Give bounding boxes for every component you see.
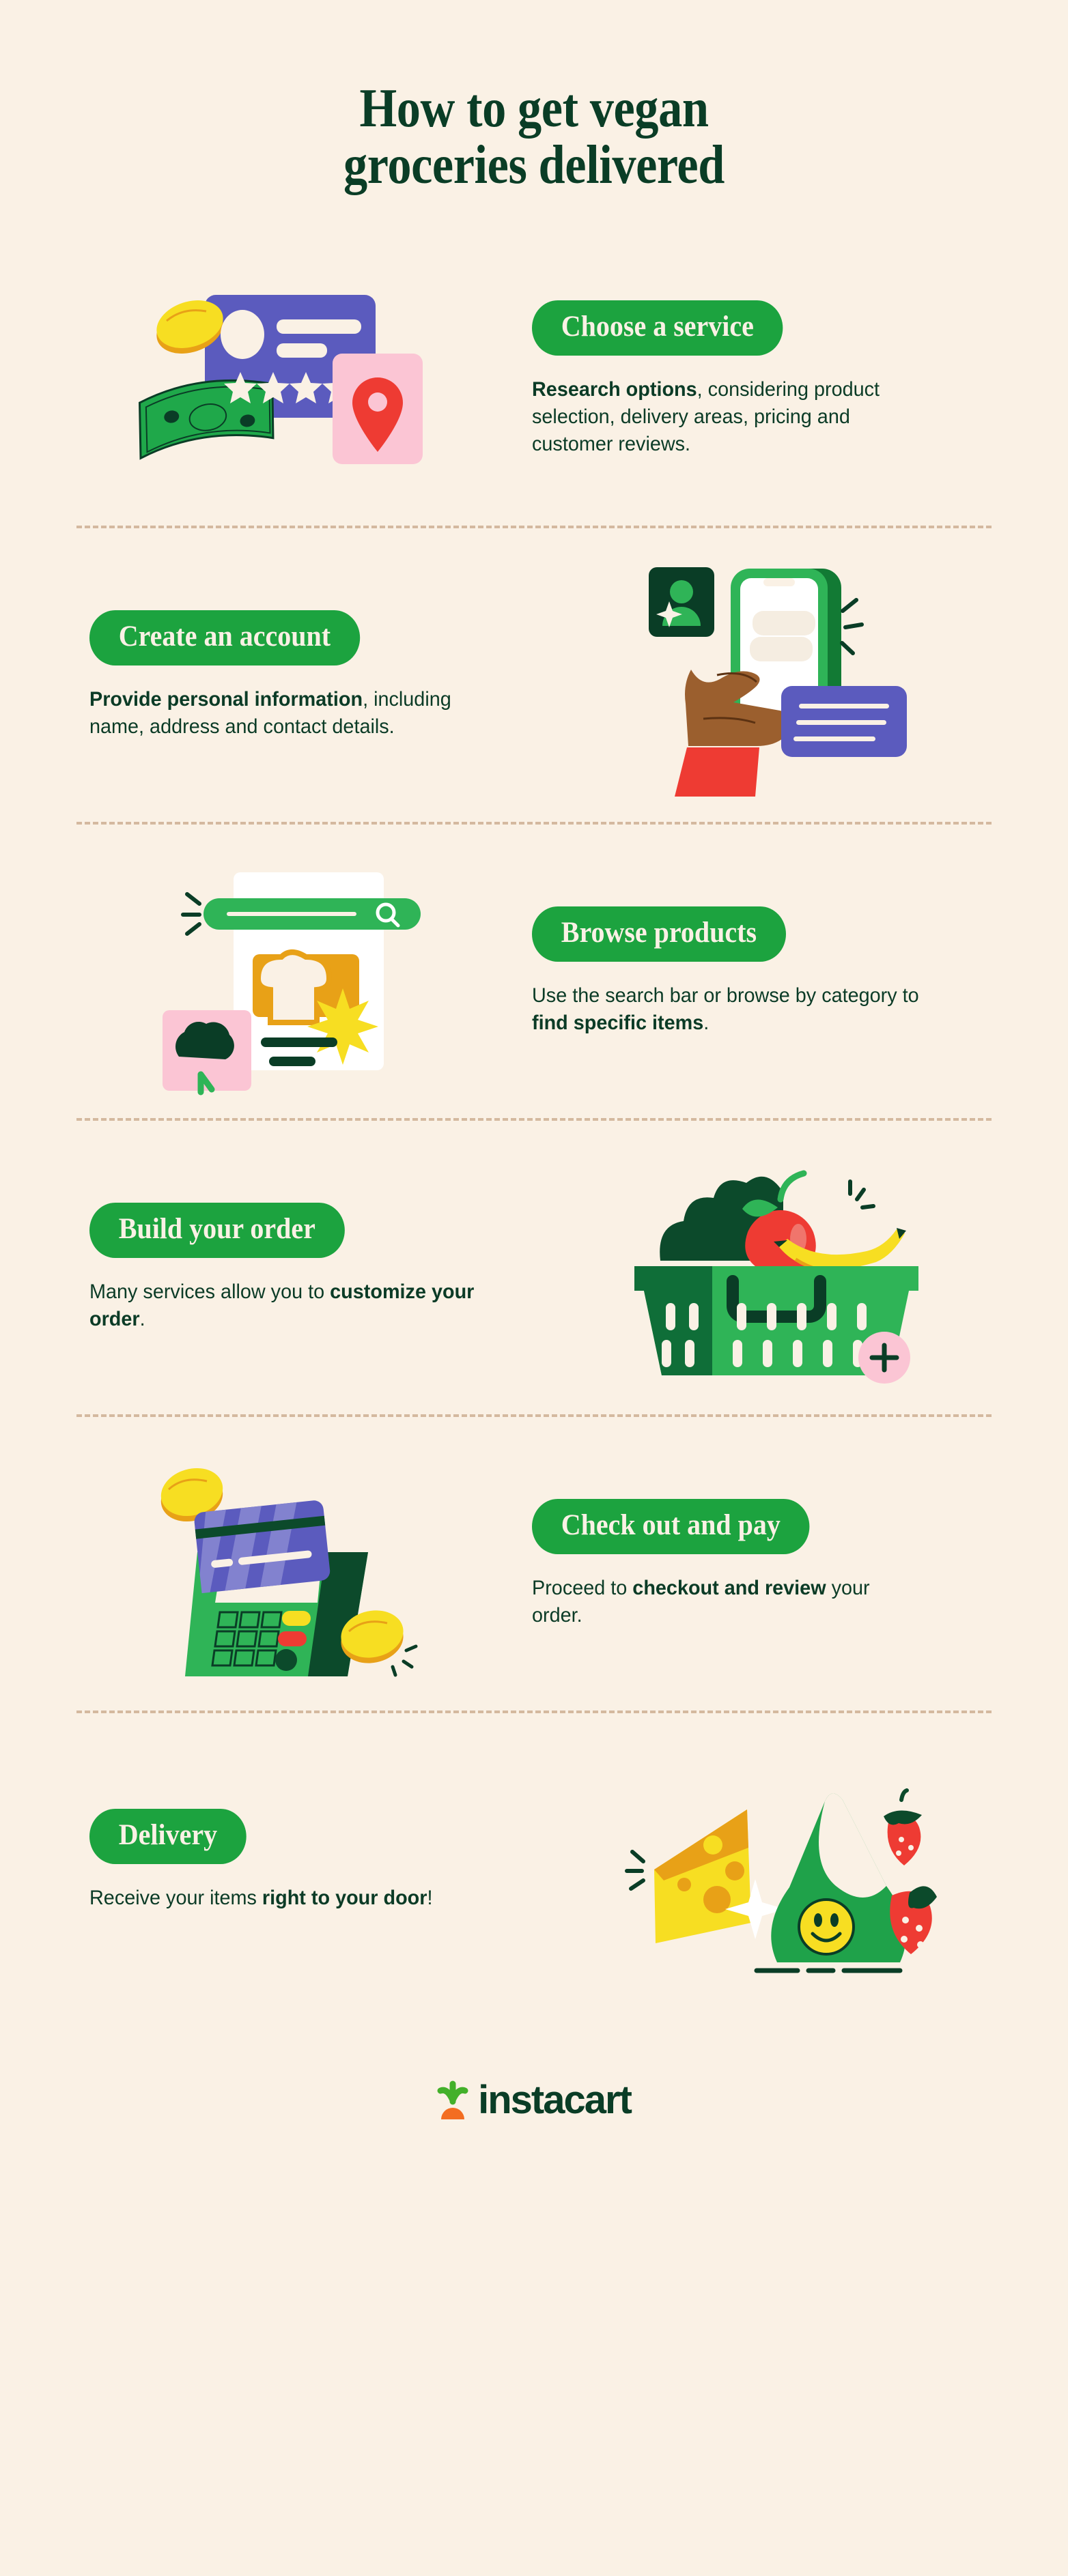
card-terminal-illustration [73, 1451, 510, 1677]
body-rest: . [139, 1307, 145, 1330]
form-card-icon [781, 686, 907, 758]
step-pill-create-an-account[interactable]: Create an account [89, 610, 360, 666]
step-choose-a-service: Choose a service Research options, consi… [0, 232, 1068, 526]
step-create-an-account: Create an account Provide personal infor… [0, 528, 1068, 822]
profile-badge-icon [649, 567, 714, 638]
phone-in-hand-illustration [558, 552, 995, 798]
body-rest: . [703, 1011, 709, 1034]
page-title: How to get vegan groceries delivered [0, 0, 1068, 194]
product-line-2 [269, 1057, 315, 1067]
card-line-1 [277, 319, 361, 334]
body-pre: Many services allow you to [89, 1280, 331, 1303]
banknote-icon [138, 380, 275, 461]
review-card-illustration [73, 266, 510, 491]
body-bold: checkout and review [632, 1576, 826, 1599]
grocery-bag-svg [625, 1788, 937, 1973]
step-check-out-and-pay: Check out and pay Proceed to checkout an… [0, 1417, 1068, 1711]
sparkle-lines-icon [181, 892, 201, 936]
search-products-illustration [73, 852, 510, 1096]
step-body-delivery: Receive your items right to your door! [89, 1885, 432, 1912]
smiley-icon [798, 1898, 855, 1956]
red-key[interactable] [278, 1631, 307, 1647]
sparkle-lines-icon [625, 1850, 645, 1891]
grocery-basket-svg [634, 1170, 918, 1384]
step-pill-browse-products[interactable]: Browse products [532, 906, 786, 962]
step-body-build-your-order: Many services allow you to customize you… [89, 1278, 483, 1333]
step-pill-check-out-and-pay[interactable]: Check out and pay [532, 1498, 810, 1554]
sparkle-lines-icon [848, 1179, 875, 1210]
phone-in-hand-svg [649, 567, 907, 797]
yellow-key[interactable] [282, 1611, 311, 1627]
grocery-bag-illustration [558, 1744, 995, 1976]
phone-row-1 [753, 611, 815, 636]
search-products-svg [163, 872, 421, 1096]
broccoli-card [163, 1010, 251, 1096]
product-line-1 [261, 1037, 337, 1048]
sleeve [675, 747, 759, 797]
body-bold: find specific items [532, 1011, 704, 1034]
phone-row-2 [750, 637, 813, 662]
step-body-create-an-account: Provide personal information, including … [89, 686, 483, 741]
credit-card-icon [194, 1500, 331, 1594]
body-rest: ! [427, 1886, 433, 1909]
avatar [221, 310, 264, 360]
step-build-your-order: Build your order Many services allow you… [0, 1121, 1068, 1414]
step-delivery: Delivery Receive your items right to you… [0, 1713, 1068, 2007]
bread-icon [255, 949, 333, 1026]
sparkle-lines-icon [840, 598, 864, 656]
title-line-2: groceries delivered [343, 135, 725, 196]
card-line-2 [277, 343, 327, 358]
step-body-choose-a-service: Research options, considering product se… [532, 376, 925, 459]
infographic-page: How to get vegan groceries delivered Cho… [0, 0, 1068, 2576]
step-browse-products: Browse products Use the search bar or br… [0, 825, 1068, 1118]
search-bar[interactable] [203, 898, 421, 930]
step-pill-choose-a-service[interactable]: Choose a service [532, 300, 783, 356]
strawberry-icon [884, 1788, 922, 1866]
grocery-basket-illustration [558, 1151, 995, 1384]
step-body-check-out-and-pay: Proceed to checkout and review your orde… [532, 1575, 925, 1629]
body-pre: Proceed to [532, 1576, 633, 1599]
body-bold: Provide personal information [89, 687, 363, 711]
carrot-icon [437, 2080, 468, 2120]
step-pill-delivery[interactable]: Delivery [89, 1808, 247, 1864]
instacart-logo[interactable]: instacart [0, 2007, 1068, 2195]
body-bold: Research options [532, 377, 697, 401]
review-card-svg [138, 295, 423, 465]
cheese-icon [649, 1809, 751, 1944]
dark-key[interactable] [275, 1649, 297, 1672]
body-pre: Receive your items [89, 1886, 262, 1909]
card-terminal-svg [160, 1468, 418, 1677]
plus-circle-icon[interactable] [858, 1332, 910, 1384]
steps-list: Choose a service Research options, consi… [0, 232, 1068, 2007]
body-bold: right to your door [262, 1886, 427, 1909]
step-pill-build-your-order[interactable]: Build your order [89, 1202, 345, 1258]
location-card [333, 354, 423, 465]
title-line-1: How to get vegan [359, 78, 709, 139]
body-pre: Use the search bar or browse by category… [532, 984, 919, 1007]
logo-wordmark: instacart [478, 2078, 632, 2123]
step-body-browse-products: Use the search bar or browse by category… [532, 982, 925, 1037]
